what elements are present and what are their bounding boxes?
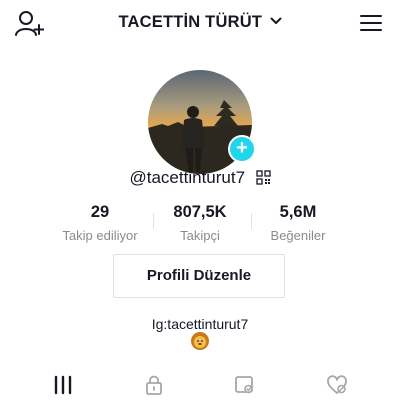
lion-emoji-icon — [191, 332, 209, 350]
lock-icon[interactable] — [143, 374, 165, 396]
profile-stats: 29 Takip ediliyor 807,5K Takipçi 5,6M Be… — [52, 203, 348, 243]
stat-value: 5,6M — [279, 203, 317, 221]
stat-label: Takipçi — [180, 228, 220, 243]
profile-bio: Ig:tacettinturut7 — [151, 316, 249, 332]
username-row: @tacettinturut7 — [0, 168, 400, 188]
chevron-down-icon — [270, 17, 282, 25]
liked-icon[interactable] — [326, 374, 348, 396]
top-bar: TACETTİN TÜRÜT — [0, 0, 400, 48]
tagged-icon[interactable] — [234, 374, 256, 396]
hamburger-menu-icon[interactable] — [360, 14, 382, 32]
stat-value: 807,5K — [173, 203, 227, 221]
edit-profile-button[interactable]: Profili Düzenle — [113, 254, 285, 298]
profile-tabs — [0, 366, 400, 400]
stat-followers[interactable]: 807,5K Takipçi — [150, 203, 250, 243]
stat-value: 29 — [90, 203, 110, 221]
stat-following[interactable]: 29 Takip ediliyor — [50, 203, 150, 243]
grid-icon[interactable] — [52, 374, 74, 396]
add-photo-button[interactable]: + — [228, 135, 256, 163]
plus-icon: + — [236, 137, 248, 159]
qr-code-icon[interactable] — [255, 170, 271, 185]
account-switcher[interactable]: TACETTİN TÜRÜT — [0, 13, 400, 32]
stat-likes[interactable]: 5,6M Beğeniler — [248, 203, 348, 243]
stat-label: Beğeniler — [270, 228, 326, 243]
stat-label: Takip ediliyor — [62, 228, 138, 243]
username: @tacettinturut7 — [129, 168, 246, 187]
page-title: TACETTİN TÜRÜT — [118, 13, 263, 31]
